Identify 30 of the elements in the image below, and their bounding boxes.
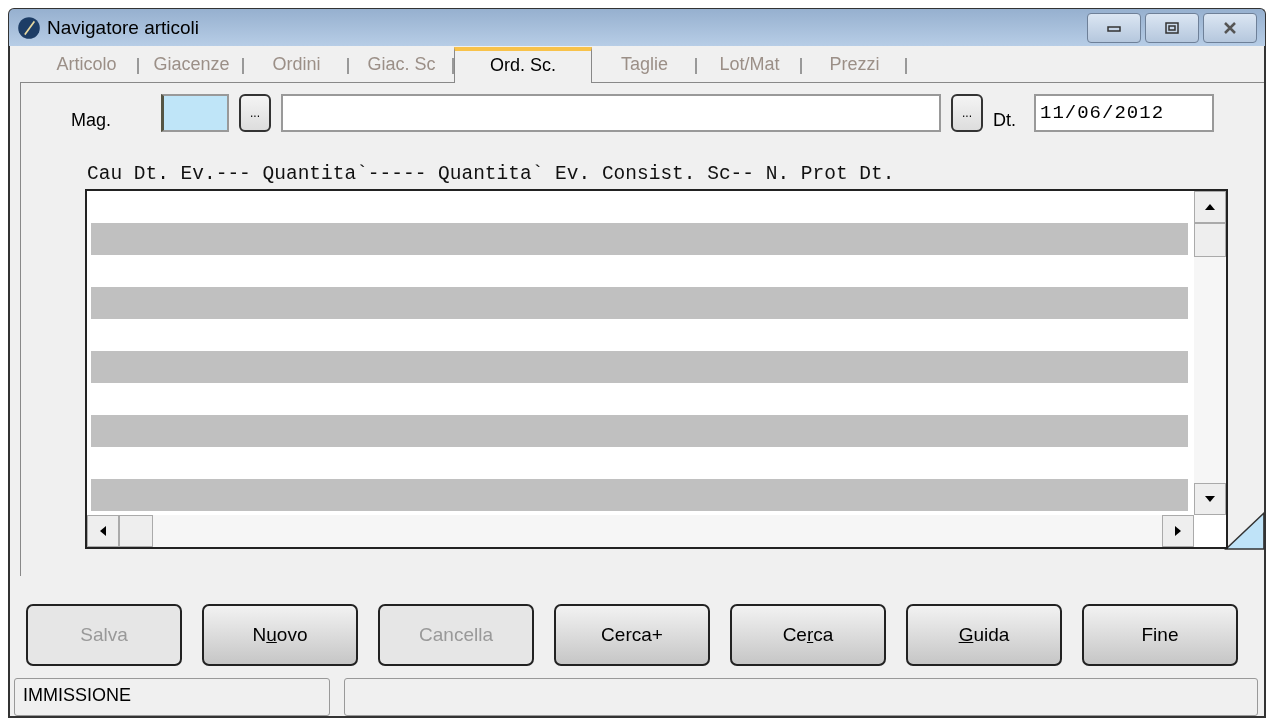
grid-header: Cau Dt. Ev.--- Quantita`----- Quantita` Ev. Consist. Sc-- N. Prot Dt. [87,163,896,185]
action-button[interactable]: Nuovo [202,604,358,666]
scroll-thumb[interactable] [119,515,153,547]
action-button[interactable]: Cerca [730,604,886,666]
left-arrow-icon [100,526,106,536]
right-arrow-icon [1175,526,1182,536]
scroll-thumb[interactable] [1194,223,1227,257]
status-panel: IMMISSIONE [14,678,330,716]
lookup-button[interactable]: ... [239,94,271,132]
date-label: Dt. [993,110,1016,132]
close-icon [1223,21,1237,34]
minimize-button[interactable] [1087,12,1141,43]
vertical-scrollbar[interactable] [1194,191,1227,515]
maximize-button[interactable] [1145,12,1199,43]
window-title: Navigatore articoli [47,16,201,39]
description-field[interactable] [281,94,941,132]
action-button[interactable]: Cerca+ [554,604,710,666]
action-button[interactable]: Guida [906,604,1062,666]
date-field[interactable]: 11/06/2012 [1034,94,1214,132]
down-arrow-icon [1205,496,1216,502]
mag-field[interactable] [161,94,229,132]
close-button[interactable] [1203,12,1257,43]
action-button[interactable]: Fine [1082,604,1238,666]
horizontal-scrollbar[interactable] [87,515,1227,547]
up-arrow-icon [1205,204,1216,210]
maximize-icon [1165,21,1179,34]
mag-label: Mag. [71,110,113,132]
pen-logo-icon [17,15,41,40]
lookup-button[interactable]: ... [951,94,983,132]
tab[interactable]: Ord. Sc. [454,47,592,83]
